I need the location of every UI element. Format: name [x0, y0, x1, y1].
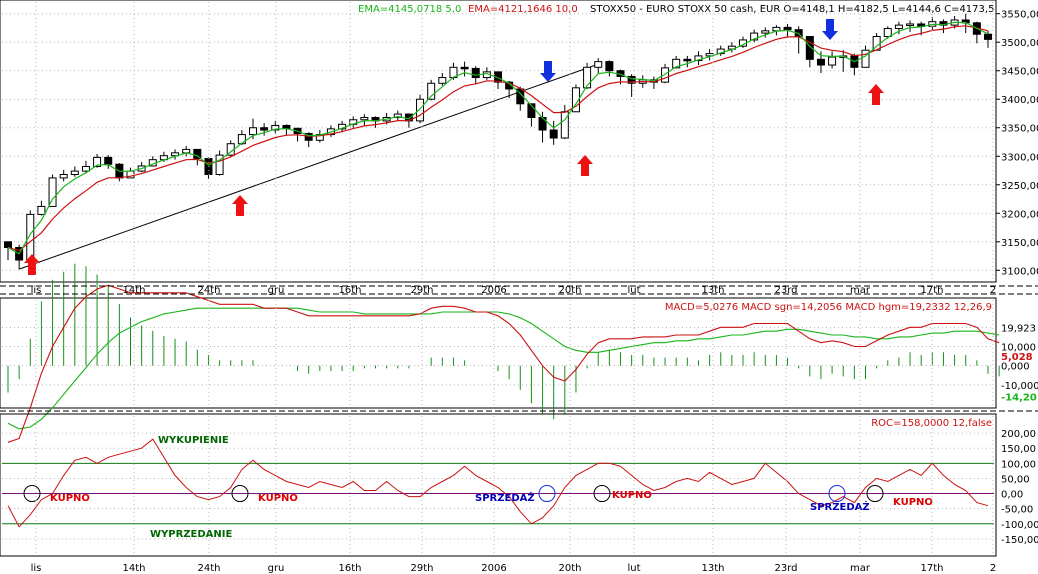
- candle-body: [594, 61, 603, 68]
- roc-x-label: 2: [990, 563, 996, 574]
- sell-signal-label: SPRZEDAŻ: [475, 490, 535, 504]
- buy-signal-label: KUPNO: [612, 490, 652, 501]
- price-x-label: mar: [850, 285, 871, 296]
- roc-x-label: 14th: [123, 563, 146, 574]
- price-x-label: lis: [31, 285, 42, 296]
- price-x-label: 29th: [411, 285, 434, 296]
- macd-current-value: 5,028: [1001, 352, 1033, 363]
- price-x-label: 16th: [339, 285, 362, 296]
- price-x-label: 13th: [702, 285, 725, 296]
- macd-y-tick-label: 19,923: [1001, 323, 1036, 334]
- price-y-tick-label: 3300,00: [1001, 152, 1038, 163]
- candle-body: [605, 61, 614, 72]
- candle-body: [4, 241, 12, 248]
- price-x-label: 17th: [921, 285, 944, 296]
- roc-y-tick-label: 50,00: [1001, 474, 1030, 485]
- roc-x-label: 2006: [481, 563, 506, 574]
- price-x-label: 2: [990, 285, 996, 296]
- price-y-tick-label: 3450,00: [1001, 67, 1038, 78]
- price-x-label: 24th: [198, 285, 221, 296]
- candle-body: [70, 170, 79, 176]
- roc-y-tick-label: 150,00: [1001, 444, 1036, 455]
- roc-x-label: gru: [268, 563, 285, 574]
- ema-fast-label: EMA=4145,0718 5,0: [358, 4, 461, 15]
- roc-x-label: 17th: [921, 563, 944, 574]
- roc-x-label: lut: [627, 563, 640, 574]
- ema-slow-label: EMA=4121,1646 10,0: [468, 4, 578, 15]
- price-x-label: 2006: [481, 285, 506, 296]
- candle-body: [549, 129, 558, 139]
- roc-x-label: 16th: [339, 563, 362, 574]
- price-y-tick-label: 3350,00: [1001, 124, 1038, 135]
- roc-x-label: 20th: [559, 563, 582, 574]
- price-x-label: 23rd: [774, 285, 797, 296]
- roc-title: ROC=158,0000 12,false: [871, 418, 992, 429]
- price-y-tick-label: 3550,00: [1001, 10, 1038, 21]
- buy-signal-label: KUPNO: [893, 497, 933, 508]
- price-x-label: 14th: [123, 285, 146, 296]
- candle-body: [282, 124, 291, 129]
- price-y-tick-label: 3400,00: [1001, 95, 1038, 106]
- price-x-label: gru: [268, 285, 285, 296]
- candle-body: [883, 28, 892, 38]
- candle-body: [26, 213, 35, 261]
- candle-body: [59, 174, 68, 179]
- macd-signal-current-value: -14,20: [1001, 393, 1037, 404]
- price-y-tick-label: 3100,00: [1001, 266, 1038, 277]
- overbought-label: WYKUPIENIE: [158, 435, 229, 446]
- price-x-label: 20th: [559, 285, 582, 296]
- candle-body: [104, 156, 113, 165]
- roc-x-label: 23rd: [774, 563, 797, 574]
- candle-body: [471, 67, 480, 79]
- roc-y-tick-label: 0,00: [1001, 490, 1023, 501]
- candle-body: [204, 158, 213, 176]
- sell-signal-label: SPRZEDAŻ: [810, 499, 870, 513]
- roc-x-label: 29th: [411, 563, 434, 574]
- candle-body: [237, 134, 246, 145]
- price-y-tick-label: 3150,00: [1001, 238, 1038, 249]
- candle-body: [894, 24, 903, 30]
- macd-y-tick-label: -10,000: [1001, 381, 1038, 392]
- buy-signal-label: KUPNO: [258, 493, 298, 504]
- candle-body: [828, 56, 837, 66]
- candle-body: [37, 205, 46, 215]
- price-y-tick-label: 3250,00: [1001, 181, 1038, 192]
- candle-body: [260, 127, 269, 131]
- candle-body: [816, 58, 825, 66]
- price-x-label: lut: [627, 285, 640, 296]
- roc-x-label: lis: [31, 563, 42, 574]
- chart-background: [0, 0, 1038, 574]
- oversold-label: WYPRZEDANIE: [150, 529, 233, 540]
- roc-y-tick-label: -50,00: [1001, 505, 1033, 516]
- candle-body: [48, 177, 57, 207]
- candle-body: [460, 66, 469, 70]
- candle-body: [761, 30, 770, 34]
- stock-chart: 3100,00 3150,00 3200,00 3250,00 3300,00 3350,…: [0, 0, 1038, 574]
- buy-signal-label: KUPNO: [50, 493, 90, 504]
- roc-x-label: 24th: [198, 563, 221, 574]
- roc-x-label: mar: [850, 563, 871, 574]
- candle-body: [783, 26, 792, 31]
- roc-y-tick-label: -100,00: [1001, 520, 1038, 531]
- price-chart-title: STOXX50 - EURO STOXX 50 cash, EUR O=4148…: [590, 4, 994, 15]
- candle-body: [984, 33, 992, 40]
- roc-y-tick-label: -150,00: [1001, 535, 1038, 546]
- roc-y-tick-label: 100,00: [1001, 459, 1036, 470]
- candle-body: [360, 116, 369, 121]
- macd-y-tick-label: 0,000: [1001, 362, 1030, 373]
- price-y-tick-label: 3200,00: [1001, 209, 1038, 220]
- candle-body: [772, 26, 781, 32]
- candle-body: [683, 58, 692, 62]
- macd-title: MACD=5,0276 MACD sgn=14,2056 MACD hgm=19…: [665, 302, 992, 313]
- roc-x-label: 13th: [702, 563, 725, 574]
- candle-body: [906, 23, 915, 26]
- candle-body: [438, 77, 447, 84]
- roc-y-tick-label: 200,00: [1001, 429, 1036, 440]
- price-y-tick-label: 3500,00: [1001, 38, 1038, 49]
- candle-body: [249, 127, 257, 136]
